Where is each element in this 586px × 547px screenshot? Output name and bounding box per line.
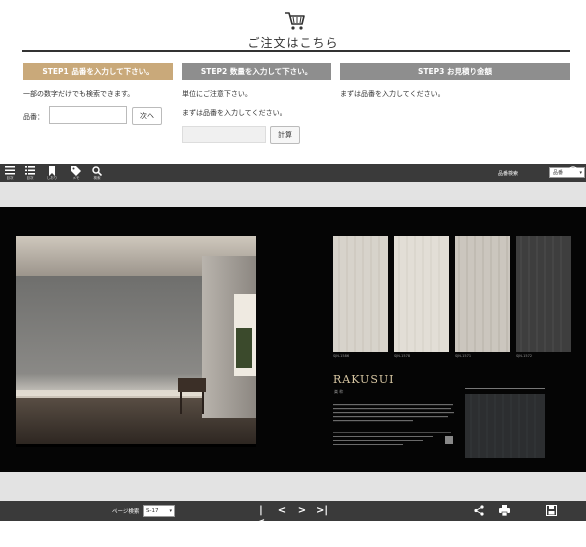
page-select[interactable]: S-17 ▾ <box>143 505 175 517</box>
bookmark-icon <box>49 166 55 176</box>
step1-note: 一部の数字だけでも検索できます。 <box>23 90 135 98</box>
prev-page-button[interactable]: < <box>276 505 288 517</box>
swatch-code: SJN-1571 <box>455 354 472 358</box>
save-icon[interactable] <box>546 505 557 516</box>
step2-instruction: まずは品番を入力してください。 <box>182 109 287 117</box>
swatch-code: SJN-1578 <box>394 354 411 358</box>
chevron-down-icon: ▾ <box>169 508 172 514</box>
viewer-margin-bottom <box>0 472 586 501</box>
share-icon[interactable] <box>474 505 484 516</box>
product-subtitle: 楽 粋 <box>334 389 344 394</box>
swatch-sjn-1571[interactable] <box>455 236 510 352</box>
product-title: RAKUSUI <box>333 373 395 386</box>
interior-photo <box>16 236 256 447</box>
product-description <box>333 404 454 445</box>
swatch-code: SJN-1586 <box>333 354 350 358</box>
list-icon <box>25 166 35 175</box>
calculate-button[interactable]: 計算 <box>270 126 300 144</box>
part-search-select-value: 品番 <box>553 170 564 176</box>
product-page: SJN-1586 SJN-1578 SJN-1571 SJN-1572 <box>333 236 571 462</box>
page-select-value: S-17 <box>146 508 159 514</box>
next-page-button[interactable]: > <box>296 505 308 517</box>
step2-tab: STEP2 数量を入力して下さい。 <box>182 63 331 80</box>
page-title: ご注文はこちら <box>247 36 339 50</box>
part-search-label: 品番検索 <box>497 171 518 177</box>
svg-text:?: ? <box>571 168 575 176</box>
step2-unit-note: 単位にご注意下さい。 <box>182 90 252 98</box>
part-number-label: 品番： <box>23 113 44 121</box>
step3-tab: STEP3 お見積り金額 <box>340 63 570 80</box>
step1-tab: STEP1 品番を入力して下さい。 <box>23 63 173 80</box>
memo-button[interactable]: メモ <box>66 164 86 182</box>
bookmark-button[interactable]: しおり <box>42 164 62 182</box>
toolbar-label: しおり <box>46 176 58 180</box>
help-icon[interactable]: ? <box>568 166 578 176</box>
toolbar-label: メモ <box>72 176 80 180</box>
print-icon[interactable] <box>499 505 510 516</box>
swatch-sjn-1578[interactable] <box>394 236 449 352</box>
viewer-toolbar: 目次 目次 しおり メモ 検索 品番検索 品番 ▾ ? <box>0 164 586 182</box>
search-icon <box>92 166 102 176</box>
chevron-down-icon: ▾ <box>579 170 582 176</box>
dark-swatch-large[interactable] <box>465 388 545 458</box>
contents-button[interactable]: 目次 <box>20 164 40 182</box>
toolbar-label: 目次 <box>6 176 14 180</box>
toolbar-label: 検索 <box>93 176 101 180</box>
part-search-select[interactable]: 品番 ▾ <box>549 167 585 178</box>
part-number-input[interactable] <box>49 106 127 124</box>
menu-icon <box>5 166 15 175</box>
viewer-margin-top <box>0 182 586 207</box>
swatch-sjn-1586[interactable] <box>333 236 388 352</box>
title-divider <box>22 50 570 52</box>
menu-button[interactable]: 目次 <box>0 164 20 182</box>
step3-instruction: まずは品番を入力してください。 <box>340 90 445 98</box>
swatch-sjn-1572[interactable] <box>516 236 571 352</box>
next-button[interactable]: 次へ <box>132 107 162 125</box>
swatch-code: SJN-1572 <box>516 354 533 358</box>
quantity-input[interactable] <box>182 126 266 143</box>
page-search-label: ページ検索 <box>112 509 140 515</box>
toolbar-label: 目次 <box>26 176 34 180</box>
last-page-button[interactable]: >| <box>316 505 328 517</box>
first-page-button[interactable]: |< <box>255 505 267 528</box>
search-button[interactable]: 検索 <box>87 164 107 182</box>
shopping-cart-icon <box>285 12 305 30</box>
tag-icon <box>71 166 81 176</box>
